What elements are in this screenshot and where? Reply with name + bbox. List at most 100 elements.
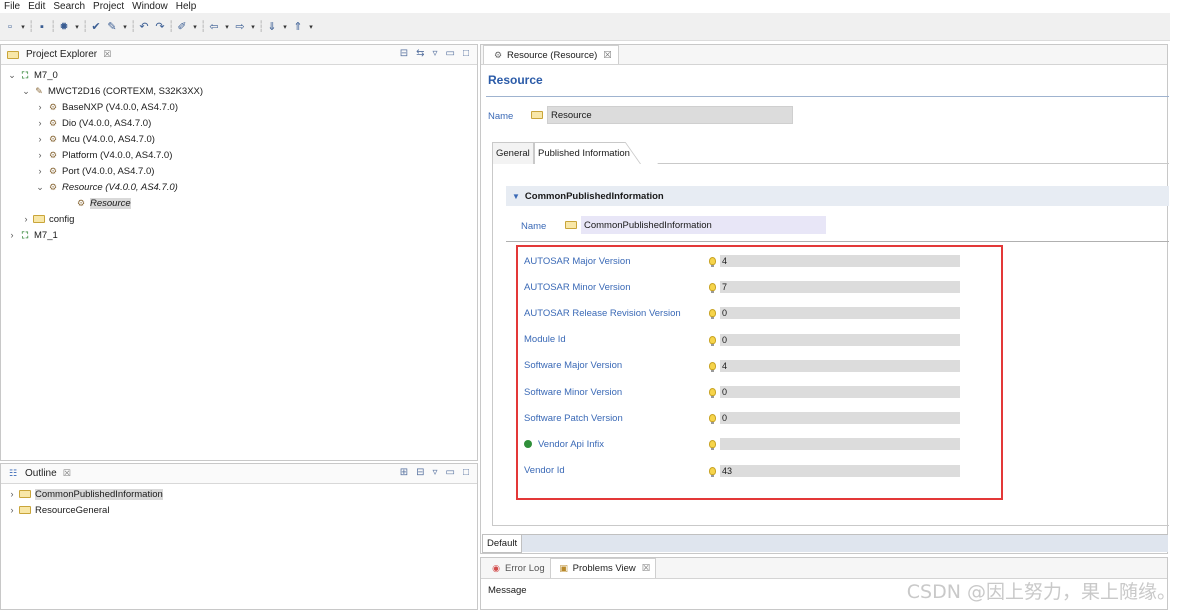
- outline-title[interactable]: Outline: [25, 468, 57, 479]
- tab-problems-view[interactable]: ▣ Problems View ☒: [549, 558, 657, 578]
- generate-dropdown-icon[interactable]: ▾: [73, 20, 81, 34]
- editor-tab-resource[interactable]: ⚙ Resource (Resource) ☒: [483, 45, 619, 64]
- parameter-value-field[interactable]: 0: [720, 386, 960, 398]
- message-column-header[interactable]: Message: [488, 585, 527, 596]
- link-editor-icon[interactable]: ⇆: [416, 48, 424, 59]
- parameter-value-field[interactable]: 4: [720, 255, 960, 267]
- lightbulb-icon[interactable]: [704, 257, 720, 267]
- save-icon[interactable]: ▪: [35, 20, 49, 34]
- chevron-right-icon[interactable]: ›: [7, 505, 17, 515]
- lightbulb-icon[interactable]: [704, 440, 720, 451]
- parameter-value-field[interactable]: 43: [720, 464, 960, 477]
- tab-default[interactable]: Default: [482, 535, 523, 553]
- tree-item[interactable]: › config: [1, 211, 477, 227]
- parameter-value-field[interactable]: 0: [720, 333, 960, 346]
- back-dropdown-icon[interactable]: ▾: [223, 20, 231, 34]
- section-name-field[interactable]: CommonPublishedInformation: [581, 216, 826, 234]
- parameter-value-field[interactable]: 0: [720, 412, 960, 425]
- new-icon[interactable]: ▫: [3, 20, 17, 34]
- name-field[interactable]: Resource: [547, 106, 793, 124]
- section-name-label[interactable]: Name: [521, 221, 546, 232]
- pin-dropdown-icon[interactable]: ▾: [191, 20, 199, 34]
- lightbulb-icon[interactable]: [704, 309, 720, 320]
- tree-item[interactable]: ⚙ Resource: [1, 195, 477, 211]
- next-annotation-icon[interactable]: ⇓: [265, 20, 279, 34]
- outline-item[interactable]: › ResourceGeneral: [1, 502, 477, 518]
- chevron-down-icon[interactable]: ⌄: [21, 86, 31, 97]
- parameter-label[interactable]: Software Major Version: [524, 360, 704, 371]
- lightbulb-icon[interactable]: [704, 388, 720, 398]
- parameter-value-field[interactable]: 0: [720, 307, 960, 320]
- parameter-label[interactable]: Software Patch Version: [524, 413, 704, 424]
- chevron-right-icon[interactable]: ›: [35, 166, 45, 176]
- tab-general[interactable]: General: [492, 142, 534, 164]
- lightbulb-icon[interactable]: [704, 414, 720, 425]
- tree-item[interactable]: ⌄ ⛶ M7_0: [1, 67, 477, 83]
- tree-item[interactable]: › ⚙ Mcu (V4.0.0, AS4.7.0): [1, 131, 477, 147]
- tools-icon[interactable]: ✎: [105, 20, 119, 34]
- prev-annotation-icon[interactable]: ⇑: [291, 20, 305, 34]
- chevron-right-icon[interactable]: ›: [21, 214, 31, 224]
- next-annotation-dropdown-icon[interactable]: ▾: [281, 20, 289, 34]
- chevron-down-icon[interactable]: ⌄: [35, 182, 45, 193]
- outline-item[interactable]: › CommonPublishedInformation: [1, 486, 477, 502]
- tab-error-log[interactable]: ◉ Error Log: [483, 558, 550, 578]
- tree-item[interactable]: › ⚙ Dio (V4.0.0, AS4.7.0): [1, 115, 477, 131]
- expand-all-icon[interactable]: ⊞: [400, 467, 408, 478]
- tree-item[interactable]: ⌄ ✎ MWCT2D16 (CORTEXM, S32K3XX): [1, 83, 477, 99]
- new-dropdown-icon[interactable]: ▾: [19, 20, 27, 34]
- chevron-down-icon[interactable]: ⌄: [7, 70, 17, 81]
- tree-item[interactable]: › ⚙ BaseNXP (V4.0.0, AS4.7.0): [1, 99, 477, 115]
- undo-icon[interactable]: ↶: [137, 20, 151, 34]
- redo-icon[interactable]: ↷: [153, 20, 167, 34]
- tree-item[interactable]: › ⚙ Platform (V4.0.0, AS4.7.0): [1, 147, 477, 163]
- lightbulb-icon[interactable]: [704, 466, 720, 477]
- minimize-icon[interactable]: ▭: [446, 467, 455, 478]
- forward-dropdown-icon[interactable]: ▾: [249, 20, 257, 34]
- parameter-value-field[interactable]: 4: [720, 359, 960, 372]
- forward-icon[interactable]: ⇨: [233, 20, 247, 34]
- parameter-label[interactable]: Vendor Id: [524, 465, 704, 476]
- menu-search[interactable]: Search: [53, 1, 85, 12]
- menu-help[interactable]: Help: [176, 1, 197, 12]
- menu-edit[interactable]: Edit: [28, 1, 45, 12]
- chevron-right-icon[interactable]: ›: [7, 489, 17, 499]
- minimize-icon[interactable]: ▭: [446, 48, 455, 59]
- view-menu-icon[interactable]: ▿: [432, 467, 437, 478]
- collapse-all-icon[interactable]: ⊟: [416, 467, 424, 478]
- collapse-all-icon[interactable]: ⊟: [400, 48, 408, 59]
- lightbulb-icon[interactable]: [704, 335, 720, 346]
- section-header[interactable]: ▼ CommonPublishedInformation: [506, 186, 1169, 206]
- name-label[interactable]: Name: [488, 111, 513, 122]
- menu-file[interactable]: File: [4, 1, 20, 12]
- chevron-right-icon[interactable]: ›: [35, 150, 45, 160]
- tree-item[interactable]: › ⚙ Port (V4.0.0, AS4.7.0): [1, 163, 477, 179]
- pin-icon[interactable]: ✐: [175, 20, 189, 34]
- close-icon[interactable]: ☒: [63, 468, 71, 479]
- close-icon[interactable]: ☒: [603, 50, 612, 61]
- parameter-label[interactable]: AUTOSAR Release Revision Version: [524, 308, 704, 319]
- lightbulb-icon[interactable]: [704, 361, 720, 372]
- prev-annotation-dropdown-icon[interactable]: ▾: [307, 20, 315, 34]
- lightbulb-icon[interactable]: [704, 283, 720, 294]
- chevron-right-icon[interactable]: ›: [35, 102, 45, 112]
- tools-dropdown-icon[interactable]: ▾: [121, 20, 129, 34]
- generate-icon[interactable]: ✹: [57, 20, 71, 34]
- view-menu-icon[interactable]: ▿: [432, 48, 437, 59]
- maximize-icon[interactable]: □: [463, 467, 469, 478]
- tab-published-information[interactable]: Published Information: [534, 142, 640, 164]
- parameter-value-field[interactable]: [720, 438, 960, 451]
- chevron-right-icon[interactable]: ›: [35, 134, 45, 144]
- parameter-label[interactable]: AUTOSAR Minor Version: [524, 282, 704, 293]
- chevron-right-icon[interactable]: ›: [35, 118, 45, 128]
- maximize-icon[interactable]: □: [463, 48, 469, 59]
- enable-toggle-icon[interactable]: [524, 440, 532, 449]
- chevron-right-icon[interactable]: ›: [7, 230, 17, 240]
- close-icon[interactable]: ☒: [642, 563, 651, 574]
- project-explorer-title[interactable]: Project Explorer: [26, 49, 97, 60]
- parameter-label[interactable]: Software Minor Version: [524, 387, 704, 398]
- menu-window[interactable]: Window: [132, 1, 168, 12]
- parameter-value-field[interactable]: 7: [720, 281, 960, 294]
- parameter-label[interactable]: Module Id: [524, 334, 704, 345]
- close-icon[interactable]: ☒: [103, 49, 111, 60]
